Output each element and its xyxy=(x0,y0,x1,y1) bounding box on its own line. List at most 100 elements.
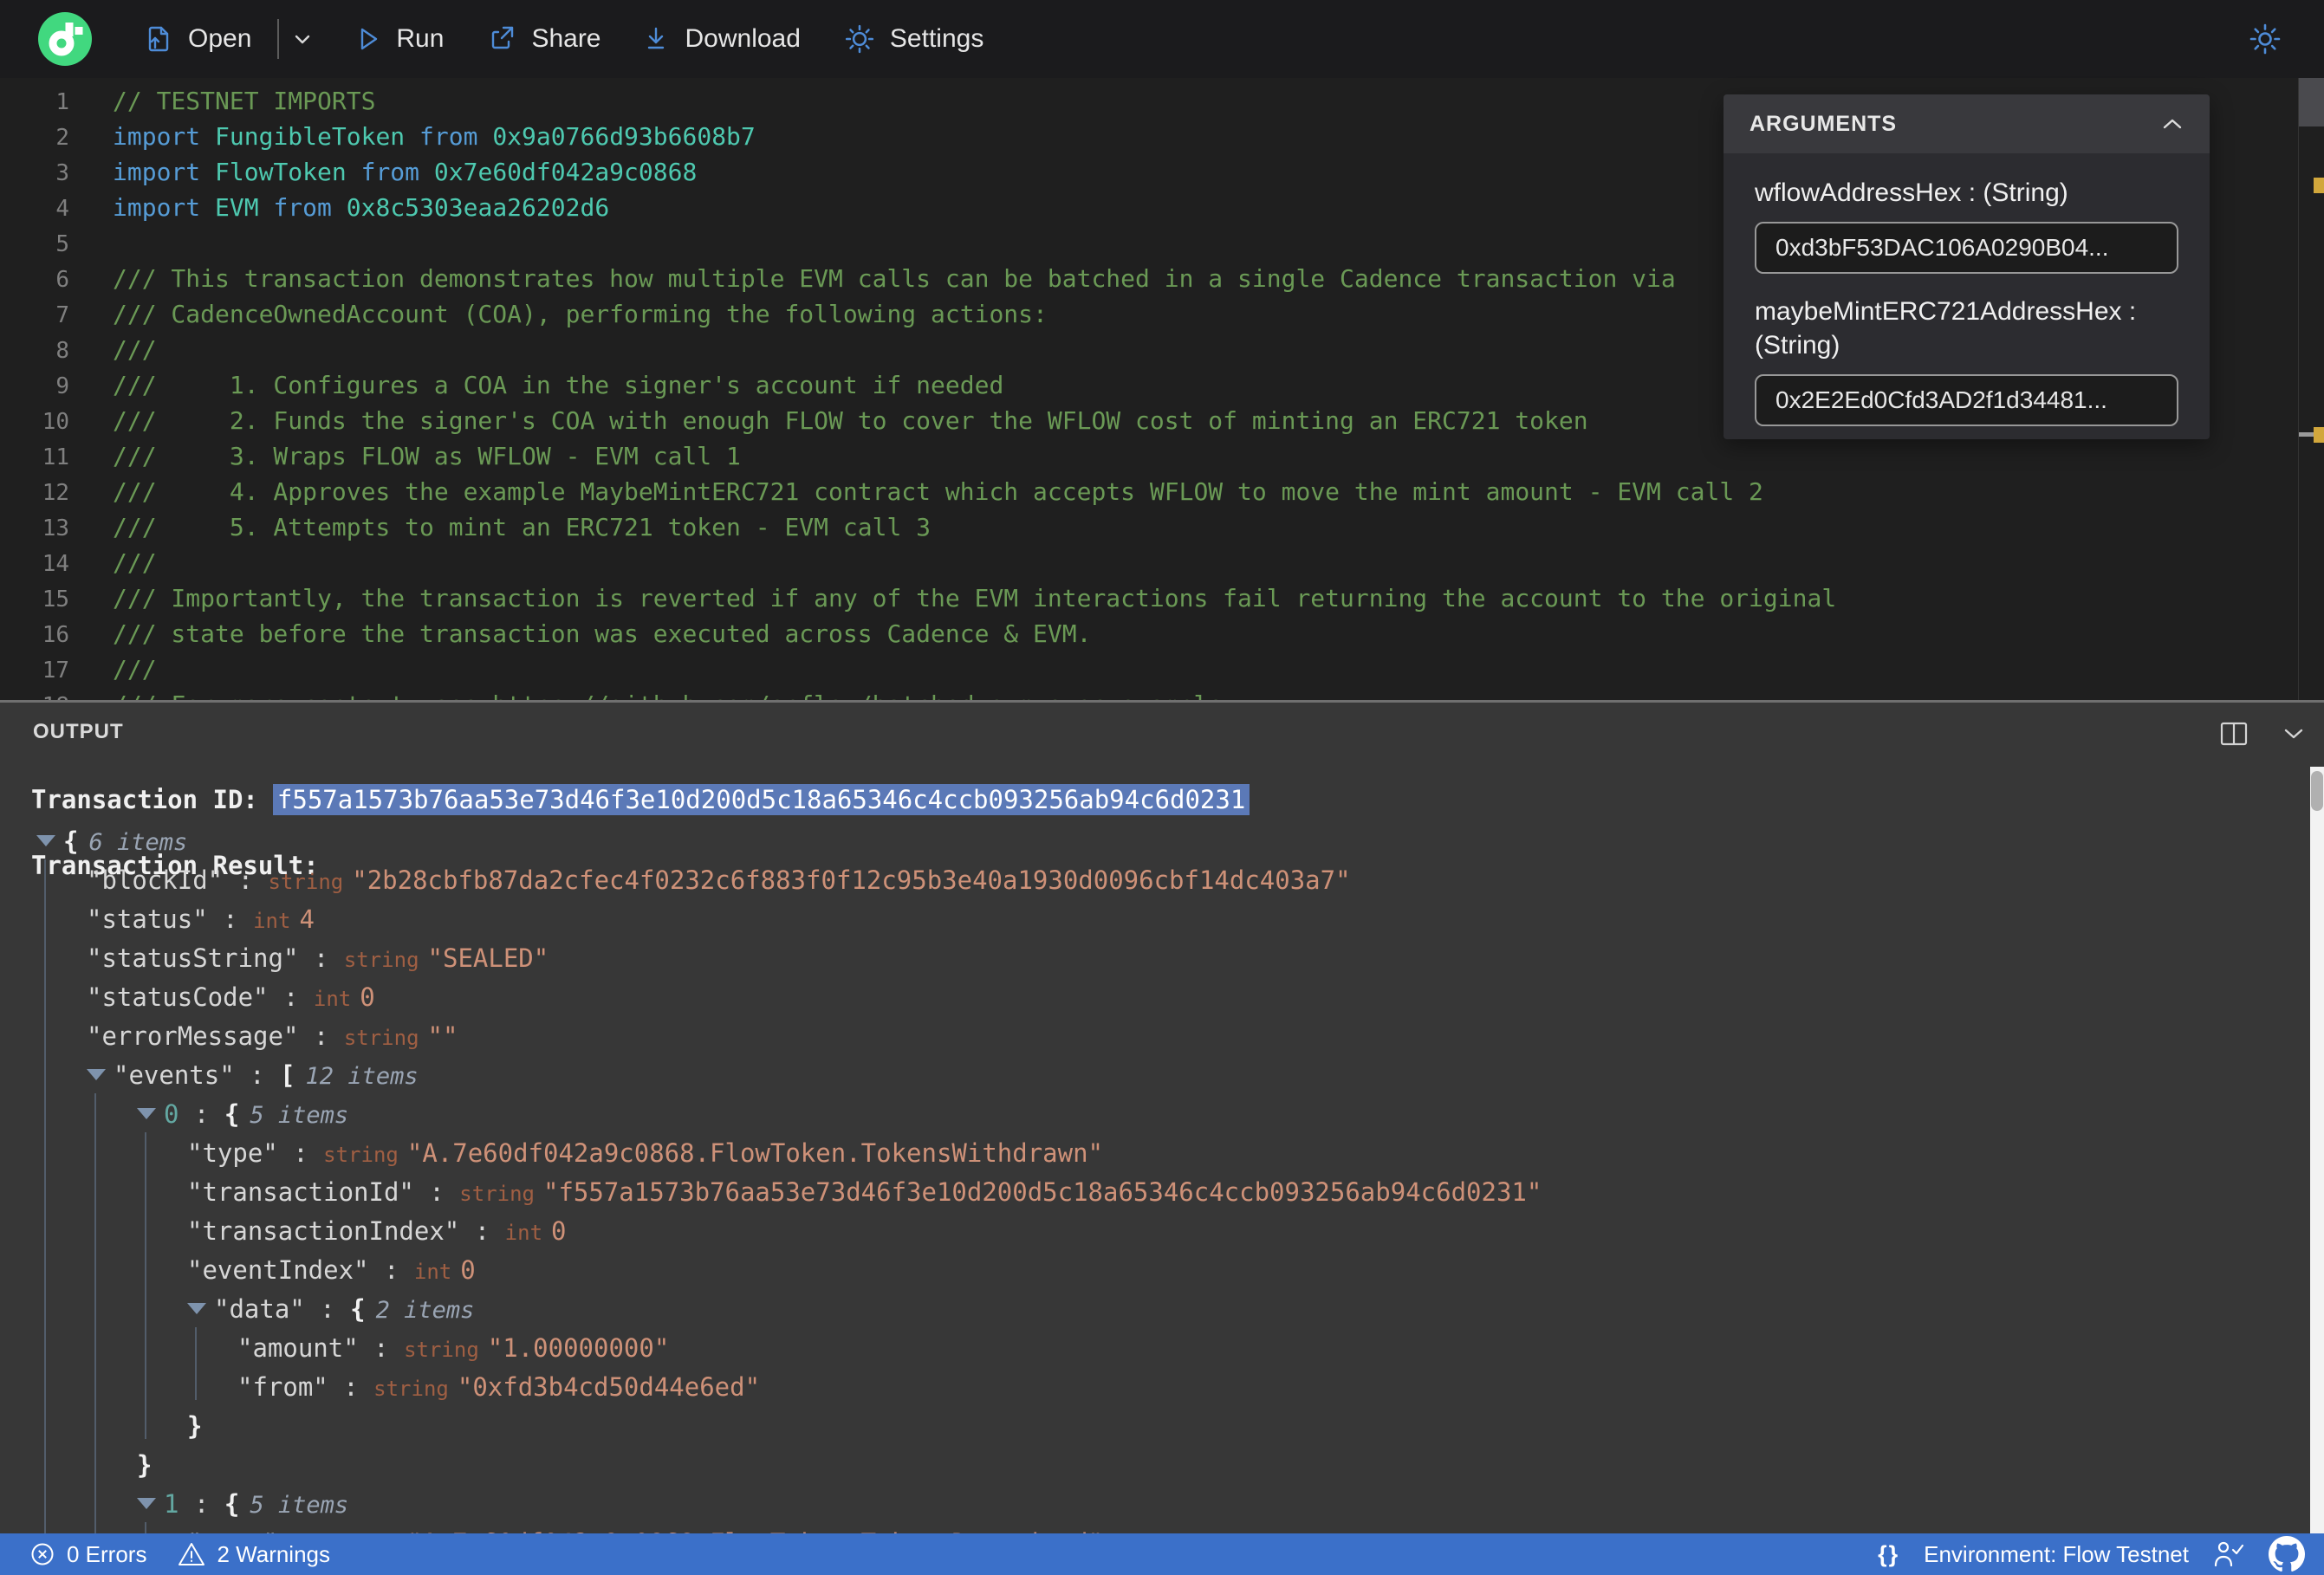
arguments-panel: ARGUMENTS wflowAddressHex : (String) 0xd… xyxy=(1724,94,2210,439)
errors-status[interactable]: 0 Errors xyxy=(29,1541,146,1568)
code-token: FungibleToken xyxy=(215,122,406,151)
output-scrollbar-thumb[interactable] xyxy=(2311,771,2323,811)
environment-label: Environment: Flow Testnet xyxy=(1924,1540,2189,1567)
tree-token-typ: string xyxy=(343,1026,419,1050)
run-button[interactable]: Run xyxy=(355,24,444,54)
sun-icon xyxy=(2249,23,2281,55)
tree-token-val: "SEALED" xyxy=(427,943,549,973)
argument-label: maybeMintERC721AddressHex : (String) xyxy=(1755,297,2137,360)
editor-scrollbar-thumb[interactable] xyxy=(2299,78,2324,126)
code-token: import xyxy=(113,158,216,186)
expand-arrow-icon[interactable] xyxy=(87,1068,106,1080)
warnings-status[interactable]: 2 Warnings xyxy=(178,1541,330,1568)
share-icon xyxy=(492,26,514,49)
download-button[interactable]: Download xyxy=(641,24,801,54)
code-link[interactable]: https://github.com/onflow/batched-evm-ex… xyxy=(492,690,1223,700)
code-token: FlowToken xyxy=(215,158,347,186)
download-button-label: Download xyxy=(685,24,801,53)
tree-token-key: "from" xyxy=(237,1372,328,1402)
tree-token-key: "transactionId" xyxy=(187,1177,414,1207)
github-button[interactable] xyxy=(2269,1536,2305,1572)
expand-arrow-icon[interactable] xyxy=(36,834,55,846)
open-button[interactable]: Open xyxy=(144,24,251,54)
line-number: 15 xyxy=(42,587,69,612)
tree-token-typ: string xyxy=(323,1143,399,1167)
tree-token-colon: : xyxy=(413,1177,460,1207)
tree-token-items: 12 items xyxy=(305,1063,419,1090)
expand-arrow-icon[interactable] xyxy=(137,1497,156,1509)
person-check-icon xyxy=(2214,1541,2244,1567)
expand-arrow-icon[interactable] xyxy=(137,1107,156,1119)
output-scrollbar xyxy=(2310,767,2324,1533)
tree-token-colon: : xyxy=(304,1294,351,1324)
code-token: import xyxy=(113,193,216,222)
expand-arrow-icon[interactable] xyxy=(187,1302,206,1314)
tree-token-key: "errorMessage" xyxy=(87,1021,299,1051)
code-line: 15 /// Importantly, the transaction is re… xyxy=(0,580,2298,616)
tree-token-typ: int xyxy=(313,987,352,1011)
output-panel-title: OUTPUT xyxy=(33,720,124,743)
tree-token-key: "data" xyxy=(214,1294,305,1324)
code-token: /// 5. Attempts to mint an ERC721 token … xyxy=(113,513,932,541)
run-play-icon xyxy=(361,28,378,50)
output-panel: OUTPUT Transaction ID: f557a1573b76aa53e7… xyxy=(0,703,2324,1533)
split-editor-icon xyxy=(2220,722,2248,746)
feedback-button[interactable] xyxy=(2213,1539,2244,1569)
chevron-down-icon xyxy=(295,35,310,44)
line-number: 6 xyxy=(55,267,69,293)
download-icon xyxy=(647,27,664,49)
argument-input-maybemint[interactable]: 0x2E2Ed0Cfd3AD2f1d34481... xyxy=(1755,374,2178,426)
indent-guide xyxy=(195,1327,197,1400)
theme-toggle-button[interactable] xyxy=(2248,22,2282,56)
tree-row: 0 : {5 items xyxy=(0,1095,2288,1134)
tree-token-val: "1.00000000" xyxy=(487,1333,670,1363)
tree-token-typ: string xyxy=(459,1182,535,1206)
github-icon xyxy=(2269,1536,2305,1572)
warning-icon xyxy=(179,1543,205,1565)
tree-row: "data" : {2 items xyxy=(0,1290,2288,1329)
line-number: 7 xyxy=(55,302,69,328)
tree-row: "from" : string "0xfd3b4cd50d44e6ed" xyxy=(0,1368,2288,1407)
code-line: 16 /// state before the transaction was e… xyxy=(0,616,2298,651)
share-button[interactable]: Share xyxy=(487,24,601,54)
tree-token-brace: } xyxy=(137,1450,153,1480)
status-bar-right: {} Environment: Flow Testnet xyxy=(1878,1536,2305,1572)
code-line: 12 /// 4. Approves the example MaybeMintE… xyxy=(0,474,2298,509)
settings-gear-icon xyxy=(845,24,874,54)
tree-row: {6 items xyxy=(0,822,2288,861)
arguments-collapse-button[interactable] xyxy=(2161,117,2184,131)
tree-token-key: "blockId" xyxy=(87,865,224,895)
status-bar-left: 0 Errors 2 Warnings xyxy=(29,1541,330,1568)
transaction-id-value: f557a1573b76aa53e73d46f3e10d200d5c18a653… xyxy=(272,784,1250,815)
indent-guide xyxy=(44,859,46,1533)
chevron-down-icon xyxy=(2284,729,2303,739)
code-token: /// 1. Configures a COA in the signer's … xyxy=(113,371,1004,399)
tree-token-key: "transactionIndex" xyxy=(187,1216,460,1246)
line-number: 18 xyxy=(0,689,69,700)
code-token: /// xyxy=(113,655,157,684)
code-token: 0x8c5303eaa26202d6 xyxy=(346,193,610,222)
code-token: /// xyxy=(113,335,157,364)
tree-token-val: 4 xyxy=(299,904,315,934)
tree-token-val: "A.7e60df042a9c0868.FlowToken.TokensWith… xyxy=(406,1138,1103,1168)
tree-row: "eventIndex" : int 0 xyxy=(0,1251,2288,1290)
tree-row: "type" : string "A.7e60df042a9c0868.FlowT… xyxy=(0,1134,2288,1173)
open-dropdown-button[interactable] xyxy=(291,29,314,49)
arguments-panel-header: ARGUMENTS xyxy=(1724,94,2210,153)
tree-token-idx: 1 xyxy=(164,1489,179,1519)
errors-status-label: 0 Errors xyxy=(67,1540,147,1567)
warning-marker xyxy=(2314,427,2324,443)
tree-token-colon: : xyxy=(358,1333,405,1363)
flow-logo-icon[interactable] xyxy=(38,12,92,66)
tree-token-val: 0 xyxy=(551,1216,567,1246)
output-collapse-button[interactable] xyxy=(2282,726,2305,742)
argument-input-wflow[interactable]: 0xd3bF53DAC106A0290B04... xyxy=(1755,222,2178,274)
toolbar: Open Run Share Download Settings xyxy=(0,0,2324,78)
tree-row: } xyxy=(0,1446,2288,1485)
warning-marker xyxy=(2314,178,2324,193)
code-line: 14 /// xyxy=(0,545,2298,580)
tree-token-colon: : xyxy=(277,1138,324,1168)
split-editor-button[interactable] xyxy=(2220,722,2248,746)
tree-token-brace: { xyxy=(224,1489,240,1519)
settings-button[interactable]: Settings xyxy=(844,23,983,55)
